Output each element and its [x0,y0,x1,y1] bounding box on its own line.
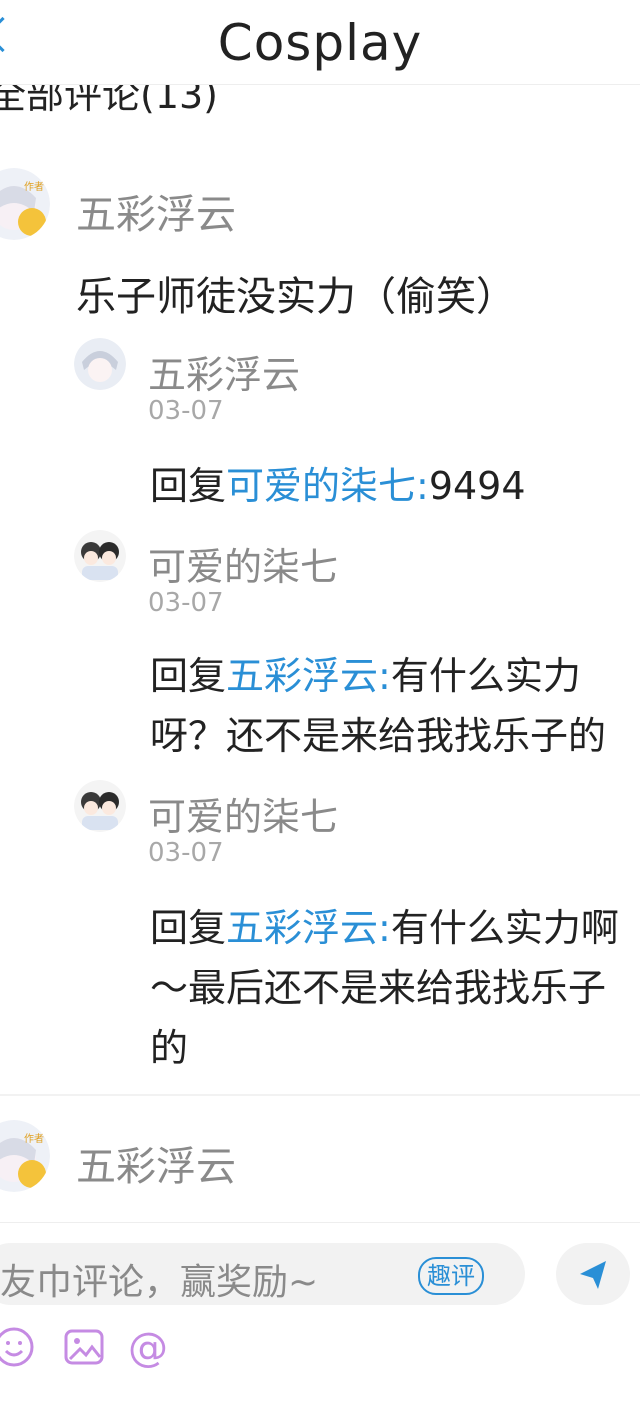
send-icon [580,1261,606,1289]
reply-author[interactable]: 可爱的柒七 [148,786,338,841]
comment-composer: 友巾评论，赢奖励~ 趣评 @ [0,1222,640,1425]
reply-to-link[interactable]: 五彩浮云: [226,906,391,950]
reply-prefix: 回复 [150,464,227,508]
comment-divider [0,1094,640,1096]
emoji-icon[interactable] [0,1323,38,1371]
avatar[interactable] [74,530,126,582]
reply-text: 回复五彩浮云:有什么实力 呀？还不是来给我找乐子的 [150,646,640,766]
svg-text:作者: 作者 [24,1133,44,1145]
reply-body-line: 的 [150,1026,189,1070]
svg-text:@: @ [128,1325,168,1371]
reply-body-line: ～最后还不是来给我找乐子 [150,966,607,1010]
reply-prefix: 回复 [150,906,227,950]
comment-author[interactable]: 五彩浮云 [76,1134,236,1192]
page-title: Cosplay [217,14,423,72]
reply-date: 03-07 [148,588,224,618]
reply-author[interactable]: 可爱的柒七 [148,536,338,591]
image-icon[interactable] [60,1323,108,1371]
reply-body: 9494 [428,464,526,508]
avatar[interactable]: 作者 [0,1120,50,1192]
reply-body-line: 呀？还不是来给我找乐子的 [150,714,607,758]
comment-input-placeholder: 友巾评论，赢奖励~ [0,1262,319,1303]
reply-text: 回复五彩浮云:有什么实力啊 ～最后还不是来给我找乐子 的 [150,898,640,1078]
quwei-badge[interactable]: 趣评 [418,1257,484,1295]
reply-body: 有什么实力啊 [390,906,619,950]
reply-to-link[interactable]: 可爱的柒七: [226,464,429,508]
comment-input[interactable]: 友巾评论，赢奖励~ 趣评 [0,1243,525,1305]
comment-author[interactable]: 五彩浮云 [76,182,236,240]
at-mention-icon[interactable]: @ [126,1323,174,1371]
avatar[interactable]: 作者 [0,168,50,240]
reply-body: 有什么实力 [390,654,581,698]
reply-to-link[interactable]: 五彩浮云: [226,654,391,698]
svg-text:作者: 作者 [24,181,44,193]
avatar[interactable] [74,338,126,390]
reply-date: 03-07 [148,838,224,868]
comment-text: 乐子师徒没实力（偷笑） [76,274,516,320]
avatar[interactable] [74,780,126,832]
top-bar: Cosplay [0,0,640,85]
send-button[interactable] [556,1243,630,1305]
composer-tools: @ [0,1323,640,1373]
reply-author[interactable]: 五彩浮云 [148,344,300,399]
reply-date: 03-07 [148,396,224,426]
reply-prefix: 回复 [150,654,227,698]
reply-text: 回复可爱的柒七:9494 [150,456,640,516]
